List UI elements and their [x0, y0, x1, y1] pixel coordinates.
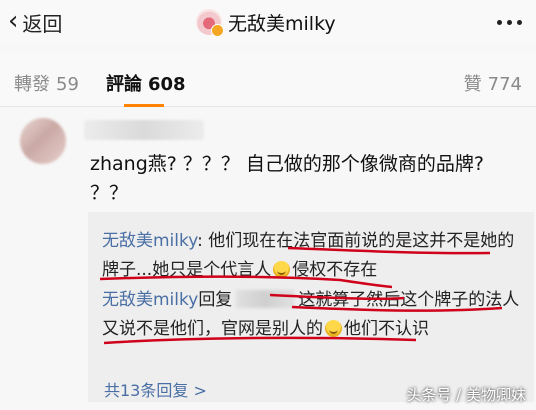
emoji-icon [325, 320, 342, 337]
commenter-avatar[interactable] [20, 118, 66, 164]
reply-text-end: 他们不认识 [344, 319, 429, 339]
reply-username[interactable]: 无敌美milky [102, 231, 197, 251]
emoji-icon [273, 261, 291, 278]
comment-text: zhang燕? ？？？ 自己做的那个像微商的品牌? ？？ [90, 153, 485, 204]
back-label: 返回 [22, 11, 63, 36]
tab-repost[interactable]: 轉發 59 [14, 70, 79, 96]
watermark: 头条号 / 美物卿妹 [406, 386, 526, 404]
view-all-replies-link[interactable]: 共13条回复 > [104, 377, 207, 401]
avatar [196, 9, 224, 37]
tab-comments-count: 608 [148, 74, 186, 95]
commenter-name-blurred[interactable] [84, 120, 204, 140]
active-tab-indicator [124, 104, 164, 107]
blurred-username [236, 290, 295, 308]
reply-username[interactable]: 无敌美milky [102, 290, 198, 310]
tabs-bar: 轉發 59 評論 608 贊 774 [0, 52, 536, 107]
tab-comments[interactable]: 評論 608 [106, 70, 186, 96]
reply-item[interactable]: 无敌美milky回复 这就算了然后这个牌子的法人又说不是他们，官网是别人的 他们不认… [102, 286, 522, 344]
tab-likes[interactable]: 贊 774 [464, 70, 522, 96]
tab-repost-label: 轉發 [14, 74, 50, 95]
reply-separator: : [197, 231, 209, 251]
tab-repost-count: 59 [56, 74, 79, 95]
page-title: 无敌美milky [228, 12, 336, 35]
back-button[interactable]: ‹ 返回 [8, 8, 62, 36]
weibo-user-title[interactable]: 无敌美milky [196, 6, 336, 38]
reply-text-end: 侵权不存在 [292, 260, 378, 280]
top-nav-bar: ‹ 返回 无敌美milky [0, 0, 536, 44]
tab-likes-label: 贊 [463, 74, 482, 95]
tab-likes-count: 774 [487, 74, 522, 95]
more-options-icon[interactable] [497, 20, 522, 25]
tab-comments-label: 評論 [106, 74, 142, 95]
verified-badge-icon [211, 24, 224, 37]
chevron-left-icon: ‹ [8, 6, 19, 36]
reply-item[interactable]: 无敌美milky: 他们现在在法官面前说的是这并不是她的牌子...她只是个代言人… [102, 227, 522, 285]
reply-action: 回复 [198, 290, 233, 310]
